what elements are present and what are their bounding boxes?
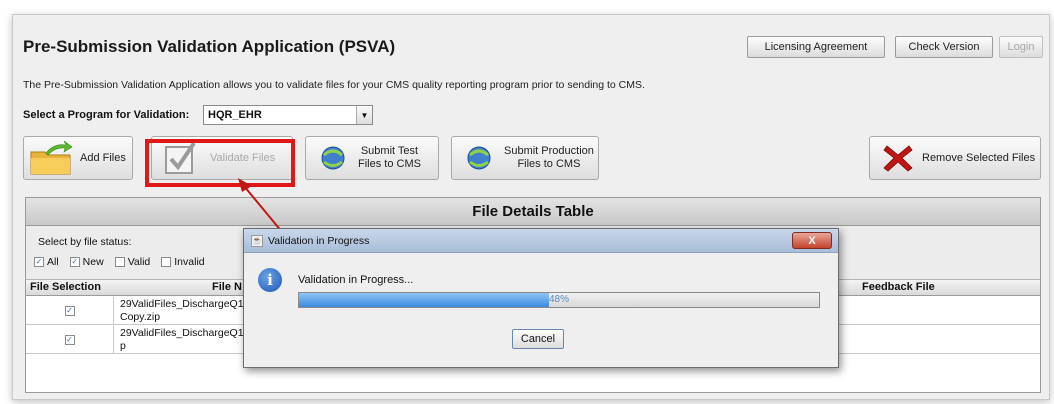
filter-row: ✓ All ✓ New Valid Invalid	[34, 256, 213, 268]
row-checkbox[interactable]: ✓	[64, 305, 75, 316]
checkbox-valid[interactable]	[114, 257, 125, 267]
login-button[interactable]: Login	[999, 36, 1043, 58]
dialog-title-bar[interactable]: ☕ Validation in Progress X	[244, 229, 838, 253]
close-icon[interactable]: X	[792, 232, 832, 249]
folder-add-icon	[30, 140, 73, 175]
dialog-message: Validation in Progress...	[298, 274, 414, 286]
add-files-button[interactable]: Add Files	[23, 136, 133, 180]
submit-production-label: Submit Production Files to CMS	[504, 145, 594, 171]
submit-test-label: Submit Test Files to CMS	[358, 145, 421, 171]
program-selected-value: HQR_EHR	[208, 109, 262, 121]
file-name-line1: 29ValidFiles_DischargeQ1-	[120, 327, 248, 339]
filter-all[interactable]: ✓ All	[34, 256, 59, 268]
program-label: Select a Program for Validation:	[23, 109, 190, 121]
chevron-down-icon[interactable]: ▼	[356, 106, 372, 124]
checkbox-all[interactable]: ✓	[34, 257, 44, 267]
filter-all-label: All	[47, 256, 59, 268]
red-x-icon	[883, 145, 913, 172]
java-app-icon: ☕	[251, 234, 263, 247]
row-checkbox[interactable]: ✓	[64, 334, 75, 345]
globe-arrows-icon	[321, 146, 345, 170]
file-name-line2: p	[120, 340, 126, 352]
row-selection-cell: ✓	[26, 297, 114, 324]
app-description: The Pre-Submission Validation Applicatio…	[23, 79, 645, 91]
dialog-title: Validation in Progress	[268, 234, 370, 247]
submit-production-line2: Files to CMS	[517, 158, 581, 170]
column-file-name[interactable]: File N	[212, 281, 242, 293]
filter-new-label: New	[82, 256, 104, 268]
check-version-button[interactable]: Check Version	[895, 36, 993, 58]
cancel-button[interactable]: Cancel	[512, 329, 564, 349]
validate-files-highlight	[145, 139, 295, 187]
submit-production-button[interactable]: Submit Production Files to CMS	[451, 136, 599, 180]
validation-dialog: ☕ Validation in Progress X i Validation …	[243, 228, 839, 368]
filter-new[interactable]: ✓ New	[69, 256, 104, 268]
filter-valid-label: Valid	[127, 256, 151, 268]
row-file-name: 29ValidFiles_DischargeQ1- p	[120, 327, 247, 353]
submit-production-line1: Submit Production	[504, 145, 594, 157]
file-name-line2: Copy.zip	[120, 311, 161, 323]
add-files-label: Add Files	[80, 151, 126, 164]
column-feedback-file[interactable]: Feedback File	[862, 281, 935, 293]
table-title: File Details Table	[26, 198, 1040, 226]
info-icon: i	[258, 268, 282, 292]
submit-test-button[interactable]: Submit Test Files to CMS	[305, 136, 439, 180]
filter-label: Select by file status:	[38, 236, 132, 248]
filter-invalid[interactable]: Invalid	[161, 256, 205, 268]
row-selection-cell: ✓	[26, 326, 114, 353]
filter-invalid-label: Invalid	[174, 256, 205, 268]
file-name-line1: 29ValidFiles_DischargeQ1-	[120, 298, 248, 310]
progress-text: 48%	[548, 294, 569, 305]
submit-test-line1: Submit Test	[360, 145, 419, 157]
column-file-selection[interactable]: File Selection	[30, 281, 101, 293]
filter-valid[interactable]: Valid	[114, 256, 151, 268]
progress-bar: 48%	[298, 292, 820, 308]
row-file-name: 29ValidFiles_DischargeQ1- Copy.zip	[120, 298, 247, 324]
submit-test-line2: Files to CMS	[358, 158, 421, 170]
checkbox-new[interactable]: ✓	[69, 257, 80, 267]
checkbox-invalid[interactable]	[161, 257, 172, 267]
remove-selected-label: Remove Selected Files	[922, 151, 1036, 164]
licensing-agreement-button[interactable]: Licensing Agreement	[747, 36, 885, 58]
program-select[interactable]: HQR_EHR ▼	[203, 105, 373, 125]
remove-selected-files-button[interactable]: Remove Selected Files	[869, 136, 1041, 180]
globe-arrows-icon	[467, 146, 491, 170]
page-title: Pre-Submission Validation Application (P…	[23, 37, 396, 56]
